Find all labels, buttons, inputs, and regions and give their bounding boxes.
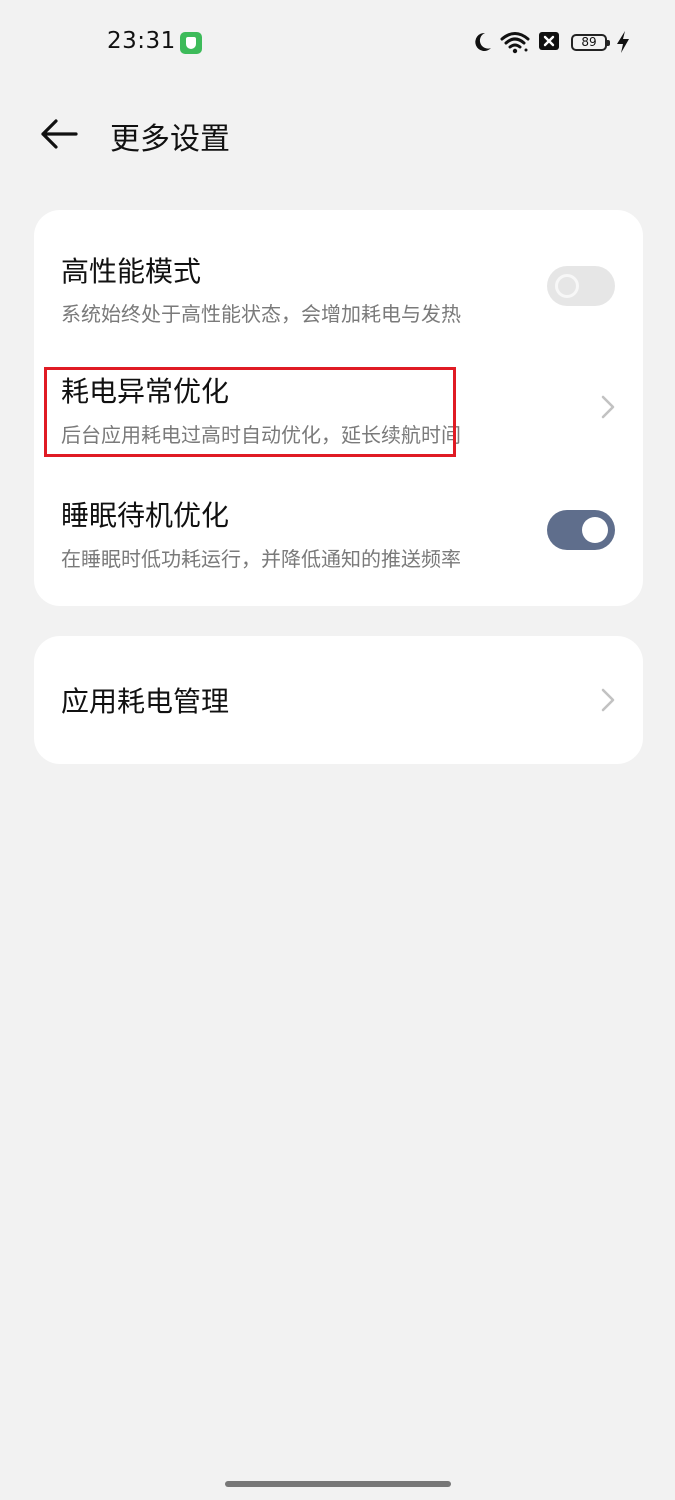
high-performance-mode-title: 高性能模式	[61, 255, 202, 288]
moon-icon	[475, 32, 491, 51]
app-power-management-title: 应用耗电管理	[61, 685, 230, 718]
sim-x-icon	[539, 32, 559, 50]
sleep-standby-optimization-toggle[interactable]	[547, 510, 615, 550]
wifi-icon	[500, 32, 530, 54]
sleep-standby-optimization-title: 睡眠待机优化	[61, 499, 230, 532]
chevron-right-icon	[601, 395, 615, 419]
status-bar: 23:31 89	[0, 0, 675, 86]
battery-level: 89	[581, 35, 597, 49]
highlight-box	[44, 367, 456, 457]
sleep-standby-optimization-subtitle: 在睡眠时低功耗运行，并降低通知的推送频率	[61, 547, 461, 571]
high-performance-mode-subtitle: 系统始终处于高性能状态，会增加耗电与发热	[61, 302, 461, 326]
app-power-management-card[interactable]: 应用耗电管理	[34, 636, 643, 764]
app-notification-icon	[180, 32, 202, 54]
battery-icon: 89	[571, 34, 610, 51]
chevron-right-icon	[601, 688, 615, 712]
charging-bolt-icon	[617, 31, 629, 53]
page-title: 更多设置	[110, 122, 230, 157]
header: 更多设置	[0, 100, 675, 170]
home-indicator[interactable]	[225, 1481, 451, 1487]
high-performance-mode-toggle[interactable]	[547, 266, 615, 306]
back-button[interactable]	[38, 114, 82, 154]
high-performance-mode-row[interactable]: 高性能模式 系统始终处于高性能状态，会增加耗电与发热	[34, 210, 643, 336]
sleep-standby-optimization-row[interactable]: 睡眠待机优化 在睡眠时低功耗运行，并降低通知的推送频率	[34, 460, 643, 590]
status-time: 23:31	[107, 28, 176, 54]
arrow-left-icon	[41, 119, 78, 149]
